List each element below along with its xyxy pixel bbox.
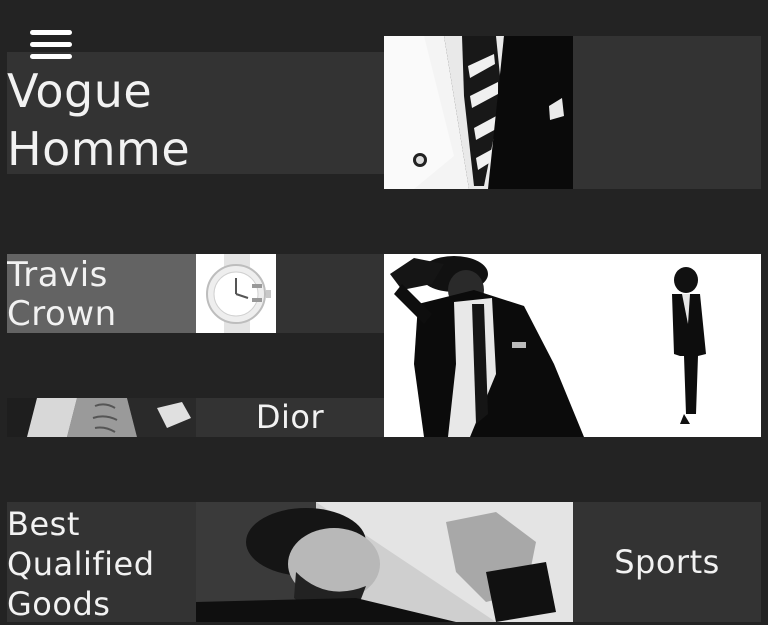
- best-goods-line1: Best: [7, 505, 80, 543]
- white-watch-photo: [196, 254, 276, 333]
- suit-side-panel: [573, 36, 761, 189]
- hamburger-line: [30, 54, 72, 59]
- portrait-image[interactable]: [196, 502, 573, 622]
- hamburger-menu-icon: [30, 30, 72, 35]
- hamburger-line: [30, 42, 72, 47]
- dior-label: Dior: [255, 398, 325, 436]
- menu-button[interactable]: [30, 30, 74, 66]
- sports-label: Sports: [614, 543, 720, 581]
- sports-tile[interactable]: Sports: [573, 502, 761, 622]
- best-goods-tile[interactable]: Best Qualified Goods: [7, 502, 196, 622]
- reclining-man-photo: [196, 502, 573, 622]
- watch-image: [196, 254, 276, 333]
- dior-tile[interactable]: Dior: [7, 398, 384, 437]
- suited-model-photo: [384, 254, 761, 437]
- torso-photo: [7, 398, 196, 437]
- torso-image: [7, 398, 196, 437]
- travis-crown-tile[interactable]: Travis Crown: [7, 254, 384, 333]
- travis-crown-label: Travis Crown: [7, 255, 117, 334]
- brand-title: Vogue Homme: [7, 62, 190, 174]
- best-goods-line3: Goods: [7, 585, 111, 622]
- suit-closeup-photo: [384, 36, 573, 189]
- brand-line1: Vogue: [7, 64, 153, 118]
- suit-image[interactable]: [384, 36, 573, 189]
- best-goods-line2: Qualified: [7, 545, 155, 583]
- brand-line2: Homme: [7, 122, 191, 174]
- best-goods-label: Best Qualified Goods: [7, 504, 155, 622]
- model-image[interactable]: [384, 254, 761, 437]
- brand-tile[interactable]: Vogue Homme: [7, 52, 384, 174]
- travis-crown-line2: Crown: [7, 294, 117, 334]
- travis-crown-line1: Travis: [7, 255, 108, 295]
